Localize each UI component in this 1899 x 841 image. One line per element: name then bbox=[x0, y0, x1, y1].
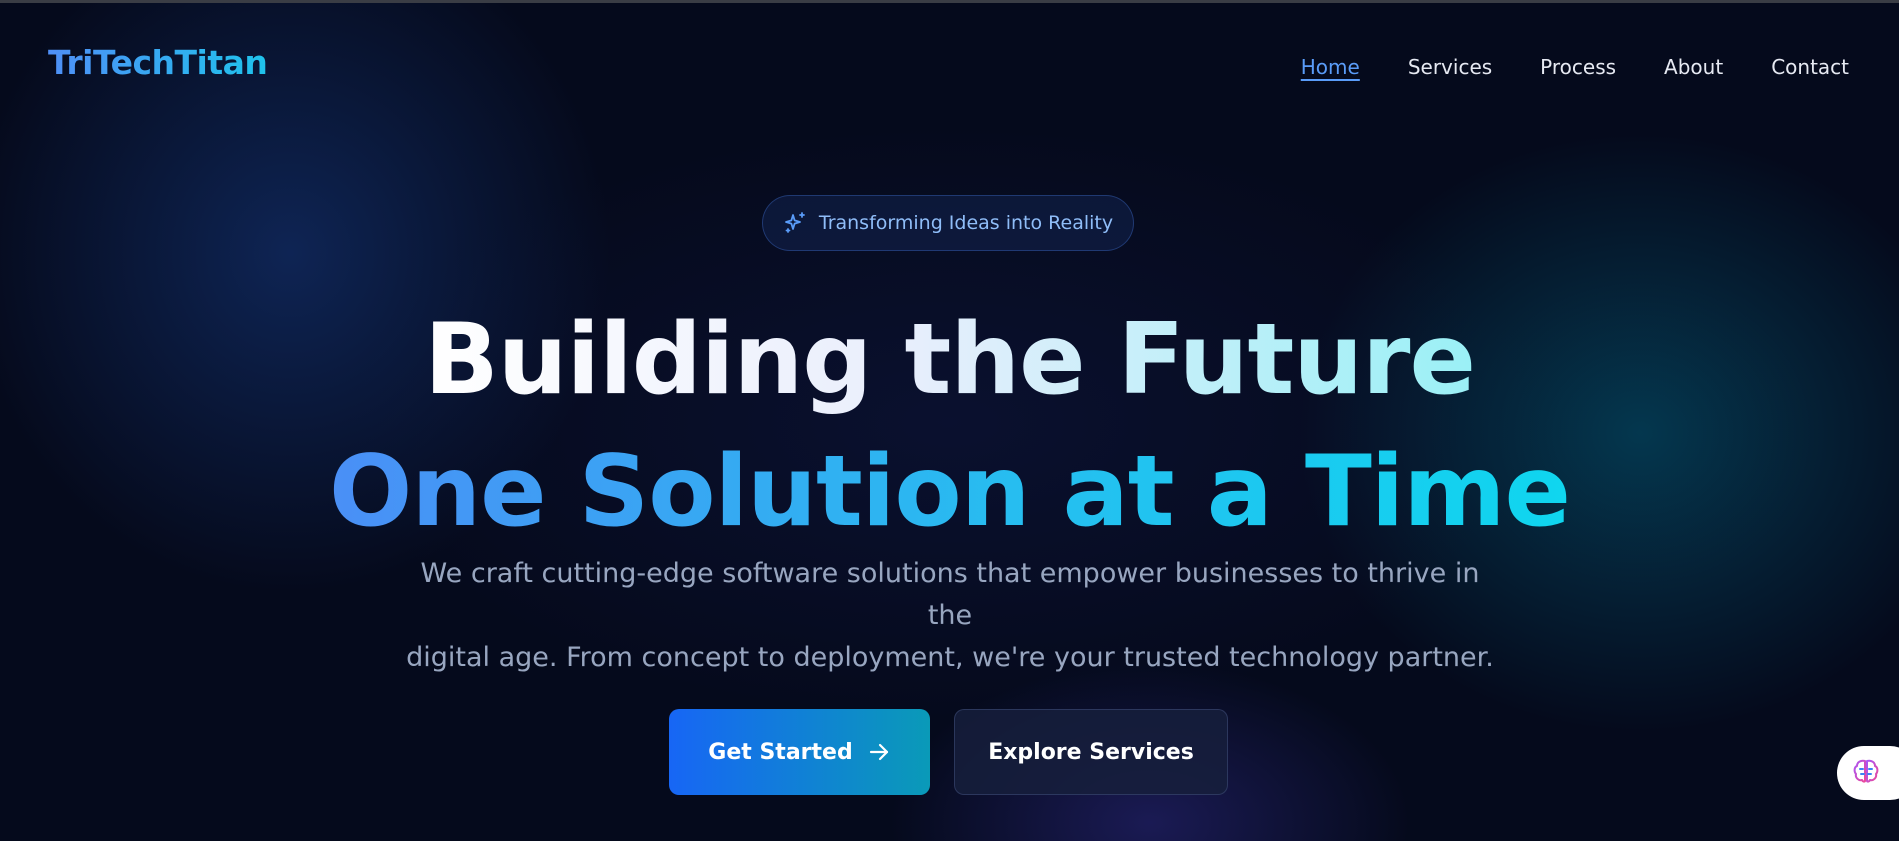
arrow-right-icon bbox=[867, 740, 891, 764]
top-navigation: TriTechTitan Home Services Process About… bbox=[0, 3, 1899, 131]
subtitle-line-2: digital age. From concept to deployment,… bbox=[406, 642, 1494, 673]
headline-line-1: Building the Future bbox=[424, 303, 1476, 417]
headline-line-2: One Solution at a Time bbox=[329, 435, 1571, 549]
explore-services-button[interactable]: Explore Services bbox=[954, 709, 1228, 795]
nav-link-contact[interactable]: Contact bbox=[1771, 55, 1849, 79]
landing-page: TriTechTitan Home Services Process About… bbox=[0, 0, 1899, 841]
nav-links: Home Services Process About Contact bbox=[1253, 55, 1849, 79]
assistant-widget-button[interactable] bbox=[1837, 746, 1899, 800]
brain-icon bbox=[1851, 756, 1881, 790]
get-started-button[interactable]: Get Started bbox=[669, 709, 930, 795]
hero-subtitle: We craft cutting-edge software solutions… bbox=[400, 553, 1500, 679]
subtitle-line-1: We craft cutting-edge software solutions… bbox=[420, 558, 1480, 631]
explore-services-label: Explore Services bbox=[988, 739, 1194, 765]
nav-link-home[interactable]: Home bbox=[1301, 55, 1360, 79]
badge-text: Transforming Ideas into Reality bbox=[818, 212, 1114, 234]
nav-link-process[interactable]: Process bbox=[1540, 55, 1616, 79]
nav-link-services[interactable]: Services bbox=[1408, 55, 1492, 79]
get-started-label: Get Started bbox=[708, 739, 853, 765]
brand-logo[interactable]: TriTechTitan bbox=[48, 43, 268, 82]
sparkles-icon bbox=[783, 211, 807, 235]
hero-badge: Transforming Ideas into Reality bbox=[762, 195, 1134, 251]
nav-link-about[interactable]: About bbox=[1664, 55, 1723, 79]
hero-headline: Building the Future One Solution at a Ti… bbox=[0, 305, 1899, 569]
